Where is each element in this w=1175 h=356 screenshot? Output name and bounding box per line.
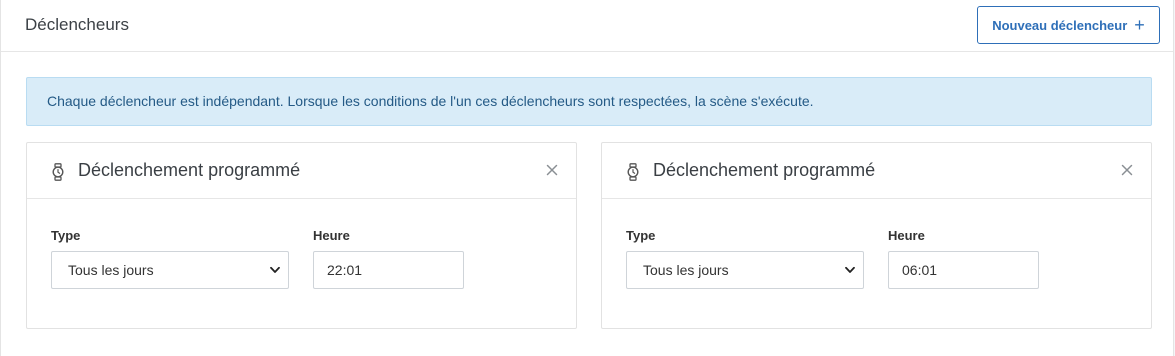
trigger-card: Déclenchement programmé Type Heure Tous … xyxy=(601,142,1152,329)
type-label: Type xyxy=(626,228,656,243)
trigger-card-header: Déclenchement programmé xyxy=(27,143,576,199)
info-alert: Chaque déclencheur est indépendant. Lors… xyxy=(26,77,1152,126)
triggers-panel: Déclencheurs Nouveau déclencheur + Chaqu… xyxy=(0,0,1174,356)
trigger-card-title: Déclenchement programmé xyxy=(653,160,876,180)
panel-header: Déclencheurs Nouveau déclencheur + xyxy=(1,0,1173,52)
page-title: Déclencheurs xyxy=(25,15,129,34)
new-trigger-button[interactable]: Nouveau déclencheur + xyxy=(977,6,1160,44)
type-select-value: Tous les jours xyxy=(643,262,729,278)
trigger-card: Déclenchement programmé Type Heure Tous … xyxy=(26,142,577,329)
chevron-down-icon xyxy=(270,266,280,273)
plus-icon: + xyxy=(1134,14,1145,35)
time-label: Heure xyxy=(888,228,925,243)
type-select[interactable]: Tous les jours xyxy=(51,251,289,289)
type-label: Type xyxy=(51,228,81,243)
watch-icon xyxy=(627,163,639,181)
type-select-value: Tous les jours xyxy=(68,262,154,278)
watch-icon xyxy=(52,163,64,181)
trigger-card-title: Déclenchement programmé xyxy=(78,160,301,180)
time-input[interactable]: 06:01 xyxy=(888,251,1039,289)
trigger-card-header: Déclenchement programmé xyxy=(602,143,1151,199)
close-icon[interactable] xyxy=(1120,163,1134,177)
chevron-down-icon xyxy=(845,266,855,273)
new-trigger-button-label: Nouveau déclencheur xyxy=(992,17,1128,33)
time-input[interactable]: 22:01 xyxy=(313,251,464,289)
close-icon[interactable] xyxy=(545,163,559,177)
time-label: Heure xyxy=(313,228,350,243)
type-select[interactable]: Tous les jours xyxy=(626,251,864,289)
